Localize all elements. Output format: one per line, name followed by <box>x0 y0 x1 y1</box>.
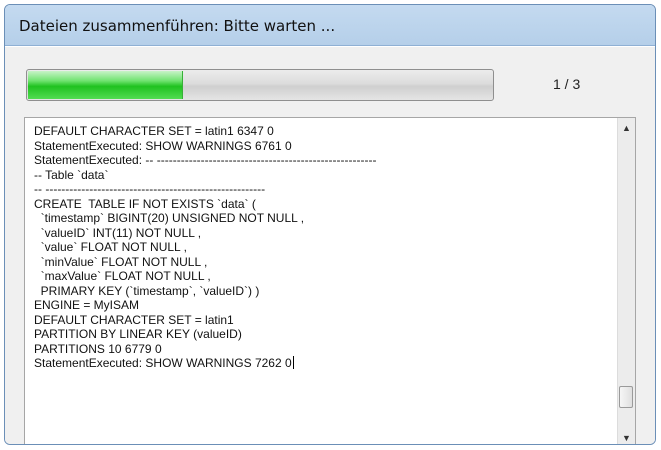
log-line: ENGINE = MyISAM <box>34 298 140 312</box>
log-line: StatementExecuted: SHOW WARNINGS 7262 0 <box>34 356 294 370</box>
log-line: `valueID` INT(11) NOT NULL , <box>34 225 202 240</box>
log-line: CREATE TABLE IF NOT EXISTS `data` ( <box>34 196 256 211</box>
window-title: Dateien zusammenführen: Bitte warten ... <box>19 17 336 35</box>
log-line: PARTITION BY LINEAR KEY (valueID) <box>34 327 242 341</box>
log-line: PARTITIONS 10 6779 0 <box>34 341 162 356</box>
log-line: -- -------------------------------------… <box>34 182 266 196</box>
progress-counter: 1 / 3 <box>553 76 581 92</box>
log-line: `maxValue` FLOAT NOT NULL , <box>34 269 211 283</box>
log-line: PRIMARY KEY (`timestamp`, `valueID`) ) <box>34 283 260 298</box>
log-line: `timestamp` BIGINT(20) UNSIGNED NOT NULL… <box>34 211 305 225</box>
log-line: -- Table `data` <box>34 167 109 182</box>
progress-bar <box>26 69 494 101</box>
log-line: `value` FLOAT NOT NULL , <box>34 240 187 254</box>
scrollbar-thumb[interactable] <box>619 386 633 408</box>
log-output-textbox[interactable]: DEFAULT CHARACTER SET = latin1 6347 0 Sta… <box>24 117 636 444</box>
log-line: DEFAULT CHARACTER SET = latin1 6347 0 <box>34 124 274 138</box>
scroll-up-arrow-icon[interactable]: ▲ <box>618 120 635 137</box>
log-line: DEFAULT CHARACTER SET = latin1 <box>34 312 234 327</box>
log-line: `minValue` FLOAT NOT NULL , <box>34 254 208 269</box>
progress-dialog: Dateien zusammenführen: Bitte warten ...… <box>4 4 656 445</box>
progress-bar-fill <box>28 71 183 99</box>
dialog-body: 1 / 3 DEFAULT CHARACTER SET = latin1 634… <box>5 46 655 444</box>
log-line: StatementExecuted: SHOW WARNINGS 6761 0 <box>34 138 292 153</box>
log-text[interactable]: DEFAULT CHARACTER SET = latin1 6347 0 Sta… <box>34 124 614 371</box>
vertical-scrollbar[interactable]: ▲ ▼ <box>617 118 635 444</box>
text-caret <box>292 356 294 369</box>
title-bar[interactable]: Dateien zusammenführen: Bitte warten ... <box>5 5 655 46</box>
scroll-down-arrow-icon[interactable]: ▼ <box>618 430 635 444</box>
log-line: StatementExecuted: -- ------------------… <box>34 153 377 167</box>
